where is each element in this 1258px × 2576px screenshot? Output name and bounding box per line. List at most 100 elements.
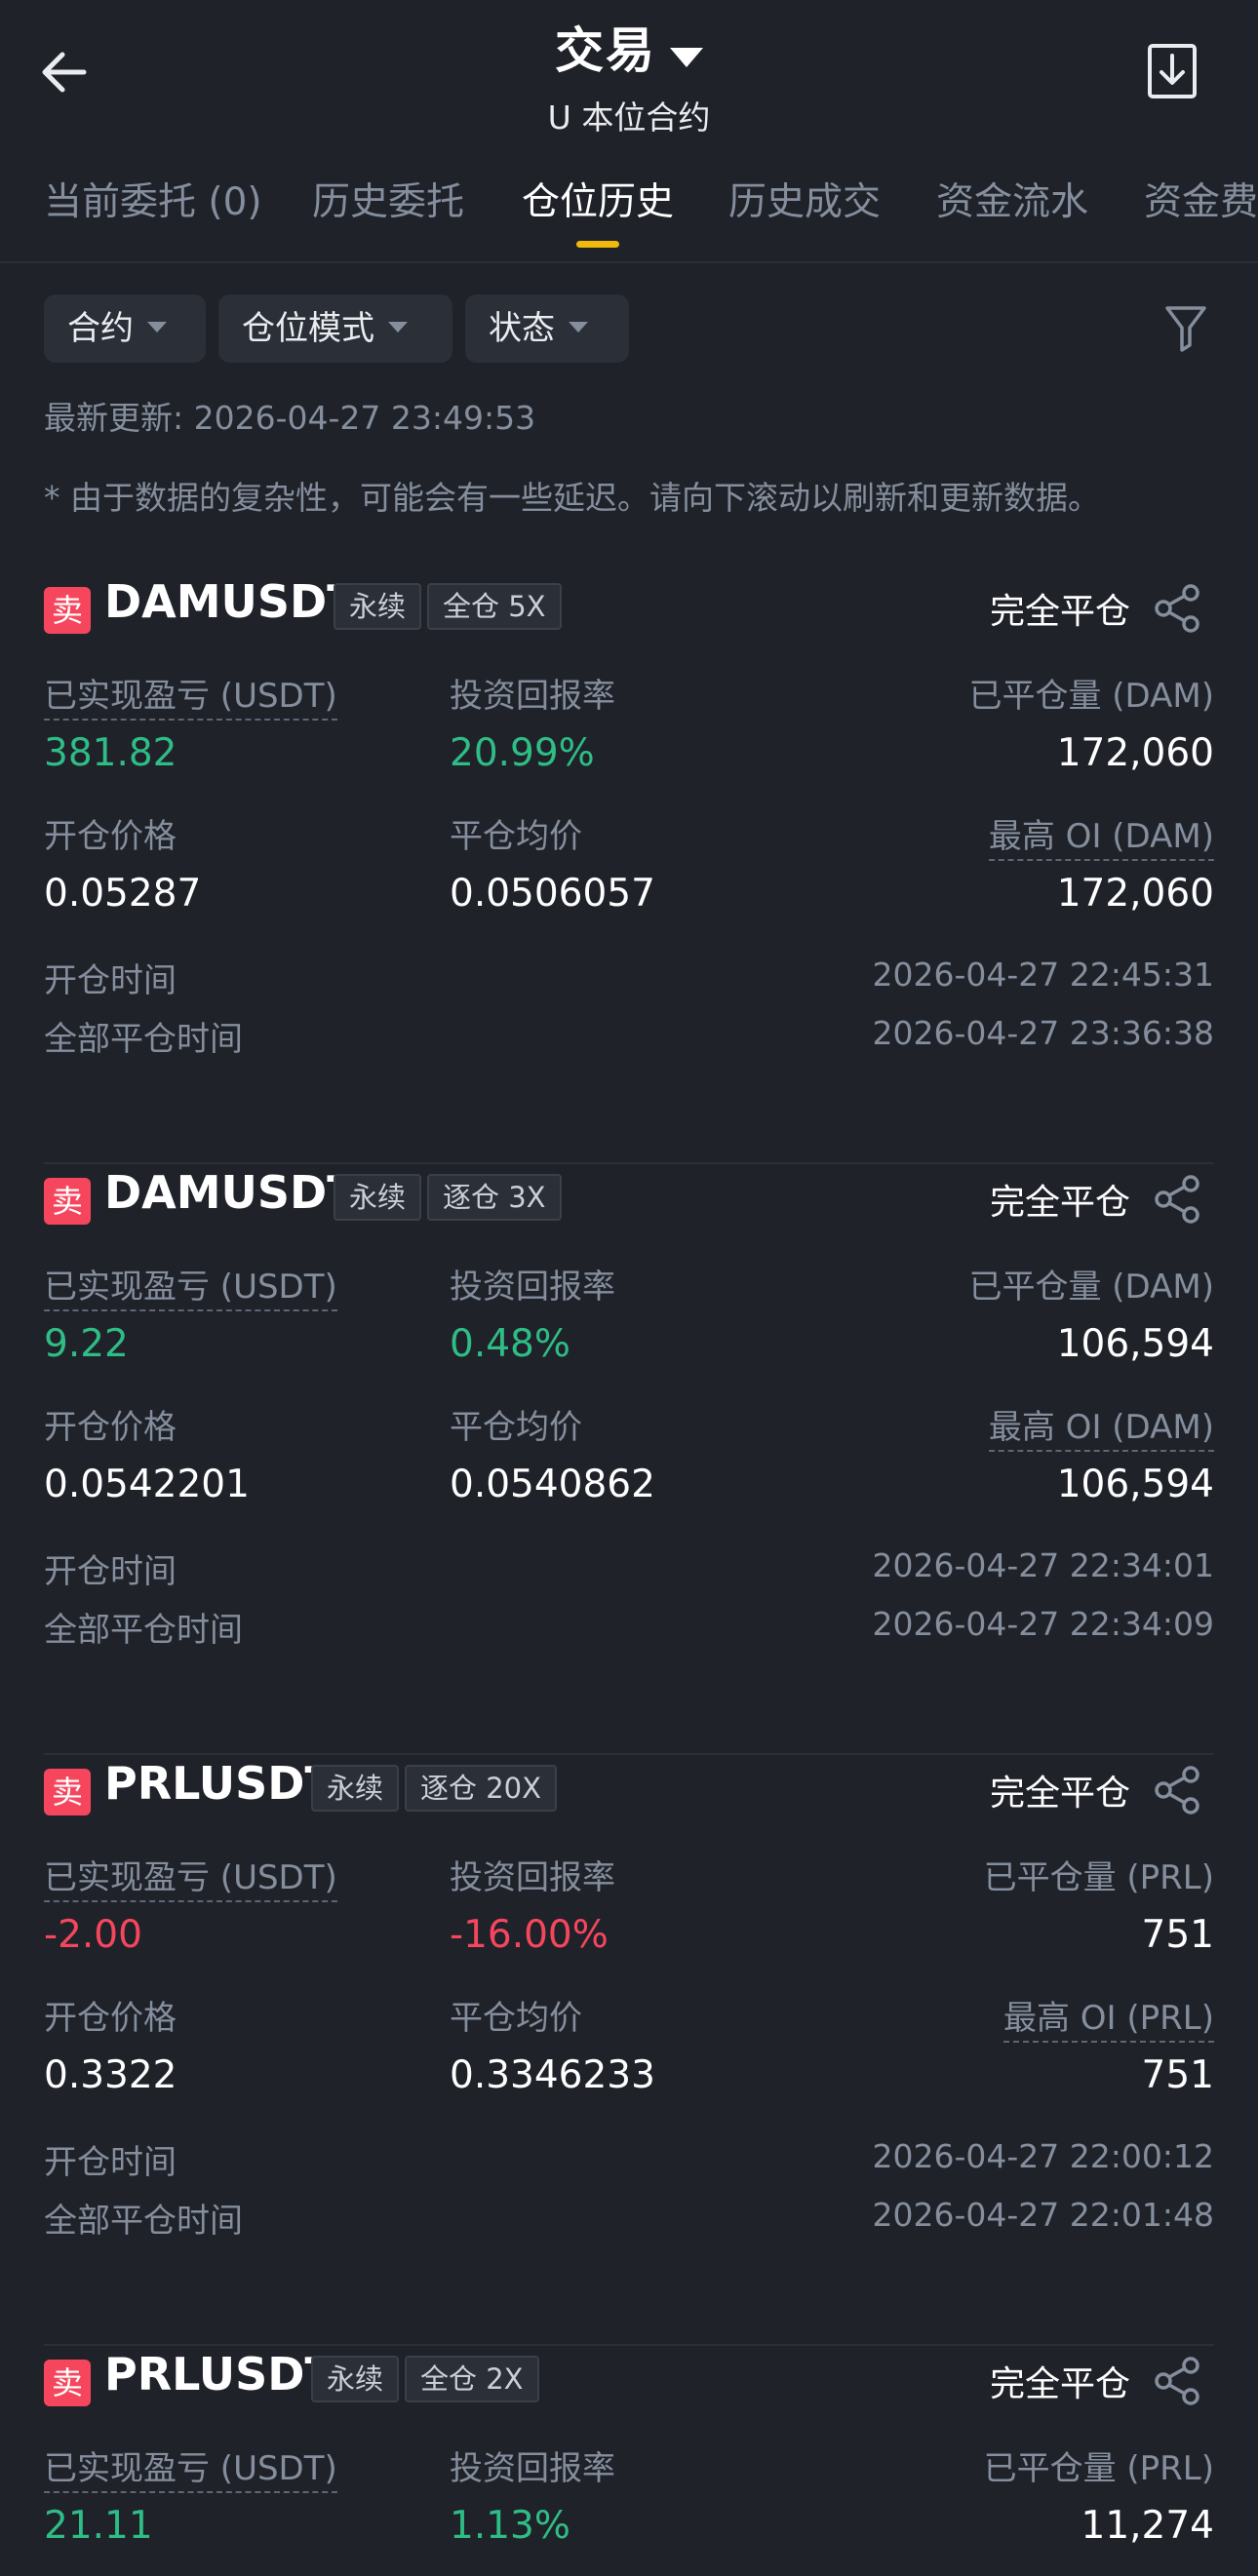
max-oi-label[interactable]: 最高 OI (DAM) — [988, 809, 1214, 861]
tab-position-history[interactable]: 仓位历史 — [522, 172, 675, 248]
max-oi-value: 106,594 — [1056, 1463, 1214, 1506]
open-price-value: 0.3322 — [44, 2053, 177, 2097]
margin-leverage-tag: 逐仓 3X — [427, 1174, 562, 1221]
close-avg-price-value: 0.0506057 — [450, 872, 655, 916]
close-time-value: 2026-04-27 23:36:38 — [872, 1014, 1214, 1052]
open-price-label: 开仓价格 — [44, 1408, 177, 1447]
position-mode-filter[interactable]: 仓位模式 — [218, 294, 452, 363]
roi-label: 投资回报率 — [450, 1268, 615, 1307]
close-status: 完全平仓 — [989, 1183, 1130, 1223]
close-status: 完全平仓 — [989, 592, 1130, 632]
open-time-value: 2026-04-27 22:34:01 — [872, 1546, 1214, 1584]
margin-leverage-tag: 逐仓 20X — [405, 1765, 557, 1812]
close-avg-price-value: 0.0540862 — [450, 1463, 655, 1506]
symbol[interactable]: DAMUSDT — [104, 575, 358, 628]
sell-badge: 卖 — [44, 1178, 91, 1225]
perpetual-tag: 永续 — [311, 2356, 400, 2402]
tab-current-orders[interactable]: 当前委托 (0) — [44, 172, 262, 226]
realized-pnl-value: 381.82 — [44, 731, 177, 775]
max-oi-value: 172,060 — [1056, 872, 1214, 916]
last-updated-text: 最新更新: 2026-04-27 23:49:53 — [44, 399, 536, 437]
close-avg-price-value: 0.3346233 — [450, 2053, 655, 2097]
sell-badge: 卖 — [44, 1769, 91, 1815]
chevron-down-icon — [388, 322, 408, 332]
max-oi-label[interactable]: 最高 OI (DAM) — [988, 1400, 1214, 1452]
share-icon[interactable] — [1152, 1174, 1202, 1225]
realized-pnl-label[interactable]: 已实现盈亏 (USDT) — [44, 1851, 337, 1902]
open-price-label: 开仓价格 — [44, 817, 177, 856]
realized-pnl-value: 9.22 — [44, 1322, 129, 1366]
position-card: 卖 DAMUSDT 永续 全仓 5X 完全平仓 已实现盈亏 (USDT) 投资回… — [44, 573, 1214, 1164]
open-time-value: 2026-04-27 22:00:12 — [872, 2137, 1214, 2175]
close-status: 完全平仓 — [989, 2364, 1130, 2404]
roi-value: 20.99% — [450, 731, 595, 775]
open-price-value: 0.05287 — [44, 872, 202, 916]
roi-label: 投资回报率 — [450, 677, 615, 716]
tab-bar: 当前委托 (0) 历史委托 仓位历史 历史成交 资金流水 资金费 — [0, 156, 1258, 263]
realized-pnl-label[interactable]: 已实现盈亏 (USDT) — [44, 669, 337, 721]
close-time-value: 2026-04-27 22:34:09 — [872, 1605, 1214, 1643]
tab-funding-fee[interactable]: 资金费 — [1144, 172, 1258, 226]
close-time-label: 全部平仓时间 — [44, 2202, 243, 2241]
tab-position-history-label: 仓位历史 — [522, 180, 675, 224]
open-time-value: 2026-04-27 22:45:31 — [872, 956, 1214, 994]
title-block[interactable]: 交易 U 本位合约 — [0, 12, 1258, 138]
tab-trade-history[interactable]: 历史成交 — [728, 172, 881, 226]
dropdown-caret-icon — [670, 47, 703, 67]
roi-value: 1.13% — [450, 2504, 570, 2548]
close-time-label: 全部平仓时间 — [44, 1020, 243, 1059]
open-price-value: 0.0542201 — [44, 1463, 250, 1506]
symbol[interactable]: PRLUSDT — [104, 2348, 335, 2400]
position-card: 卖 DAMUSDT 永续 逐仓 3X 完全平仓 已实现盈亏 (USDT) 投资回… — [44, 1164, 1214, 1755]
perpetual-tag: 永续 — [334, 583, 422, 630]
closed-qty-label: 已平仓量 (PRL) — [983, 2449, 1214, 2488]
symbol[interactable]: PRLUSDT — [104, 1757, 335, 1810]
filter-funnel-icon[interactable] — [1164, 304, 1207, 353]
page-subtitle: U 本位合约 — [547, 98, 711, 137]
closed-qty-label: 已平仓量 (DAM) — [968, 677, 1214, 716]
closed-qty-value: 106,594 — [1056, 1322, 1214, 1366]
closed-qty-label: 已平仓量 (PRL) — [983, 1858, 1214, 1897]
realized-pnl-label[interactable]: 已实现盈亏 (USDT) — [44, 1260, 337, 1311]
contract-filter[interactable]: 合约 — [44, 294, 206, 363]
top-bar: 交易 U 本位合约 — [0, 0, 1258, 156]
open-time-label: 开仓时间 — [44, 2143, 177, 2182]
contract-filter-label: 合约 — [67, 309, 134, 348]
symbol[interactable]: DAMUSDT — [104, 1166, 358, 1219]
margin-leverage-tag: 全仓 5X — [427, 583, 562, 630]
share-icon[interactable] — [1152, 583, 1202, 634]
sell-badge: 卖 — [44, 2360, 91, 2406]
status-filter-label: 状态 — [489, 309, 555, 348]
perpetual-tag: 永续 — [334, 1174, 422, 1221]
open-time-label: 开仓时间 — [44, 961, 177, 1000]
closed-qty-label: 已平仓量 (DAM) — [968, 1268, 1214, 1307]
status-filter[interactable]: 状态 — [465, 294, 629, 363]
close-avg-price-label: 平仓均价 — [450, 817, 582, 856]
position-card: 卖 PRLUSDT 永续 全仓 2X 完全平仓 已实现盈亏 (USDT) 投资回… — [44, 2346, 1214, 2576]
roi-value: -16.00% — [450, 1913, 609, 1957]
tab-transaction-history[interactable]: 资金流水 — [936, 172, 1088, 226]
active-tab-indicator — [576, 241, 619, 248]
close-avg-price-label: 平仓均价 — [450, 1999, 582, 2038]
roi-label: 投资回报率 — [450, 2449, 615, 2488]
share-icon[interactable] — [1152, 2356, 1202, 2406]
open-price-label: 开仓价格 — [44, 1999, 177, 2038]
realized-pnl-value: 21.11 — [44, 2504, 153, 2548]
perpetual-tag: 永续 — [311, 1765, 400, 1812]
page-title: 交易 — [555, 22, 656, 79]
sell-badge: 卖 — [44, 587, 91, 634]
roi-label: 投资回报率 — [450, 1858, 615, 1897]
max-oi-value: 751 — [1141, 2053, 1214, 2097]
close-status: 完全平仓 — [989, 1774, 1130, 1814]
closed-qty-value: 11,274 — [1081, 2504, 1214, 2548]
tab-order-history[interactable]: 历史委托 — [312, 172, 464, 226]
share-icon[interactable] — [1152, 1765, 1202, 1815]
realized-pnl-label[interactable]: 已实现盈亏 (USDT) — [44, 2441, 337, 2493]
max-oi-label[interactable]: 最高 OI (PRL) — [1002, 1991, 1214, 2043]
data-delay-notice: * 由于数据的复杂性，可能会有一些延迟。请向下滚动以刷新和更新数据。 — [44, 479, 1100, 517]
chevron-down-icon — [569, 322, 588, 332]
position-mode-filter-label: 仓位模式 — [242, 309, 374, 348]
download-icon[interactable] — [1147, 43, 1198, 101]
roi-value: 0.48% — [450, 1322, 570, 1366]
close-time-label: 全部平仓时间 — [44, 1611, 243, 1650]
